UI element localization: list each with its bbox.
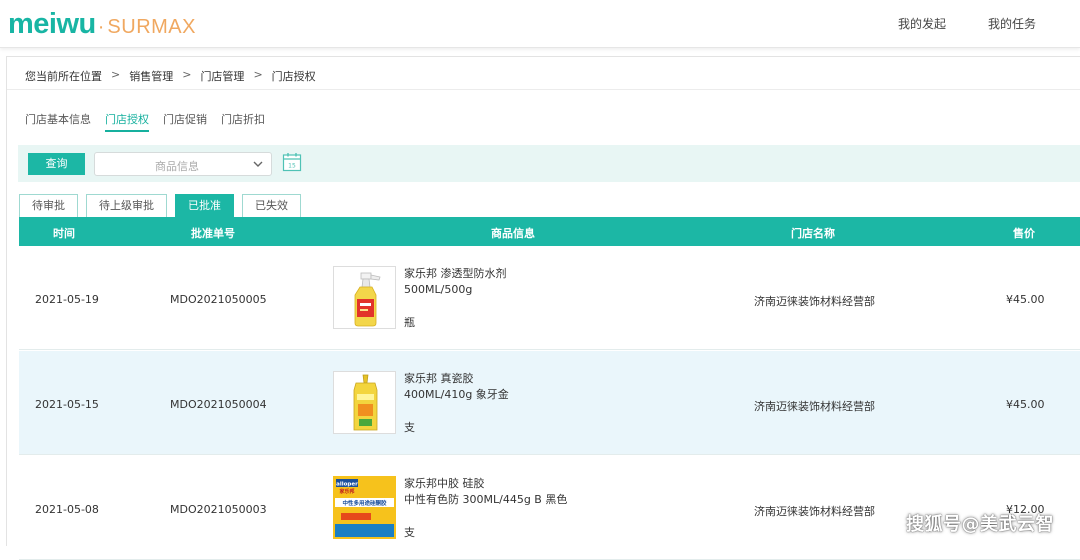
sealant-box-icon: alloper 家乐邦 中性多用途硅酮胶 — [333, 476, 396, 539]
top-nav: 我的发起 我的任务 — [898, 15, 1036, 32]
product-info: 家乐邦 渗透型防水剂 500ML/500g 瓶 — [404, 266, 507, 331]
table-row[interactable]: 2021-05-15 MDO2021050004 家乐邦 真瓷胶 400ML/4… — [19, 351, 1080, 455]
tab-approved[interactable]: 已批准 — [175, 194, 234, 217]
box-brand: alloper — [336, 482, 358, 488]
row-approval-number: MDO2021050003 — [170, 503, 267, 516]
row-store-name: 济南迈徕装饰材料经营部 — [754, 293, 875, 309]
col-header-approval-number: 批准单号 — [191, 225, 235, 241]
my-tasks-link[interactable]: 我的任务 — [988, 15, 1036, 32]
section-tabs: 门店基本信息 门店授权 门店促销 门店折扣 — [25, 111, 265, 132]
content-panel: 您当前所在位置 > 销售管理 > 门店管理 > 门店授权 门店基本信息 门店授权… — [6, 56, 1080, 546]
product-thumbnail — [333, 371, 396, 434]
tab-store-authorization[interactable]: 门店授权 — [105, 111, 149, 132]
row-price: ¥45.00 — [1006, 398, 1045, 411]
col-header-time: 时间 — [53, 225, 75, 241]
product-spec: 500ML/500g — [404, 282, 507, 298]
watermark: 搜狐号@美武云智 — [906, 510, 1054, 536]
sealant-tube-icon — [334, 372, 397, 435]
tab-store-basic-info[interactable]: 门店基本信息 — [25, 111, 91, 132]
row-date: 2021-05-19 — [35, 293, 99, 306]
divider — [7, 89, 1080, 90]
box-brand-cn: 家乐邦 — [339, 488, 354, 495]
product-unit: 支 — [404, 420, 509, 436]
product-spec: 中性有色防 300ML/445g B 黑色 — [404, 492, 567, 508]
table-header: 时间 批准单号 商品信息 门店名称 售价 — [19, 217, 1080, 246]
logo-separator: · — [98, 16, 105, 39]
product-name: 家乐邦 渗透型防水剂 — [404, 266, 507, 282]
col-header-product-info: 商品信息 — [491, 225, 535, 241]
product-unit: 瓶 — [404, 315, 507, 331]
row-date: 2021-05-15 — [35, 398, 99, 411]
breadcrumb-current: 门店授权 — [272, 68, 316, 84]
table-row[interactable]: 2021-05-08 MDO2021050003 alloper 家乐邦 中性多… — [19, 456, 1080, 560]
tab-pending-superior-approval[interactable]: 待上级审批 — [86, 194, 167, 217]
chevron-down-icon — [253, 159, 263, 169]
brand-logo[interactable]: meiwu · SURMAX — [8, 8, 196, 38]
filter-bar: 查询 商品信息 15 — [18, 145, 1080, 182]
breadcrumb-sales[interactable]: 销售管理 — [129, 68, 173, 84]
my-initiated-link[interactable]: 我的发起 — [898, 15, 946, 32]
logo-subbrand: SURMAX — [107, 16, 196, 39]
product-info: 家乐邦 真瓷胶 400ML/410g 象牙金 支 — [404, 371, 509, 436]
calendar-icon[interactable]: 15 — [282, 152, 302, 172]
box-product-line: 中性多用途硅酮胶 — [342, 499, 387, 507]
row-price: ¥45.00 — [1006, 293, 1045, 306]
breadcrumb-prefix: 您当前所在位置 — [25, 68, 102, 84]
breadcrumb-store-mgmt[interactable]: 门店管理 — [200, 68, 244, 84]
product-unit: 支 — [404, 525, 567, 541]
logo-wordmark: meiwu — [8, 8, 96, 41]
table-row[interactable]: 2021-05-19 MDO2021050005 家乐邦 渗透型防水剂 500M… — [19, 246, 1080, 350]
col-header-store-name: 门店名称 — [791, 225, 835, 241]
product-thumbnail — [333, 266, 396, 329]
product-info-select[interactable]: 商品信息 — [94, 152, 272, 176]
product-name: 家乐邦 真瓷胶 — [404, 371, 509, 387]
spray-bottle-icon — [334, 267, 397, 330]
product-spec: 400ML/410g 象牙金 — [404, 387, 509, 403]
product-info: 家乐邦中胶 硅胶 中性有色防 300ML/445g B 黑色 支 — [404, 476, 567, 541]
top-header: meiwu · SURMAX 我的发起 我的任务 — [0, 0, 1080, 48]
row-store-name: 济南迈徕装饰材料经营部 — [754, 398, 875, 414]
row-approval-number: MDO2021050004 — [170, 398, 267, 411]
col-header-price: 售价 — [1013, 225, 1035, 241]
row-approval-number: MDO2021050005 — [170, 293, 267, 306]
product-name: 家乐邦中胶 硅胶 — [404, 476, 567, 492]
tab-store-discount[interactable]: 门店折扣 — [221, 111, 265, 132]
breadcrumb-separator: > — [253, 68, 262, 84]
tab-store-promotion[interactable]: 门店促销 — [163, 111, 207, 132]
tab-expired[interactable]: 已失效 — [242, 194, 301, 217]
calendar-day: 15 — [288, 163, 296, 170]
breadcrumb-separator: > — [182, 68, 191, 84]
product-info-placeholder: 商品信息 — [155, 158, 199, 174]
row-date: 2021-05-08 — [35, 503, 99, 516]
breadcrumb-separator: > — [111, 68, 120, 84]
product-thumbnail: alloper 家乐邦 中性多用途硅酮胶 — [333, 476, 396, 539]
breadcrumb: 您当前所在位置 > 销售管理 > 门店管理 > 门店授权 — [25, 68, 316, 84]
query-button[interactable]: 查询 — [28, 153, 85, 175]
row-store-name: 济南迈徕装饰材料经营部 — [754, 503, 875, 519]
status-tabs: 待审批 待上级审批 已批准 已失效 — [19, 194, 301, 217]
tab-pending-approval[interactable]: 待审批 — [19, 194, 78, 217]
